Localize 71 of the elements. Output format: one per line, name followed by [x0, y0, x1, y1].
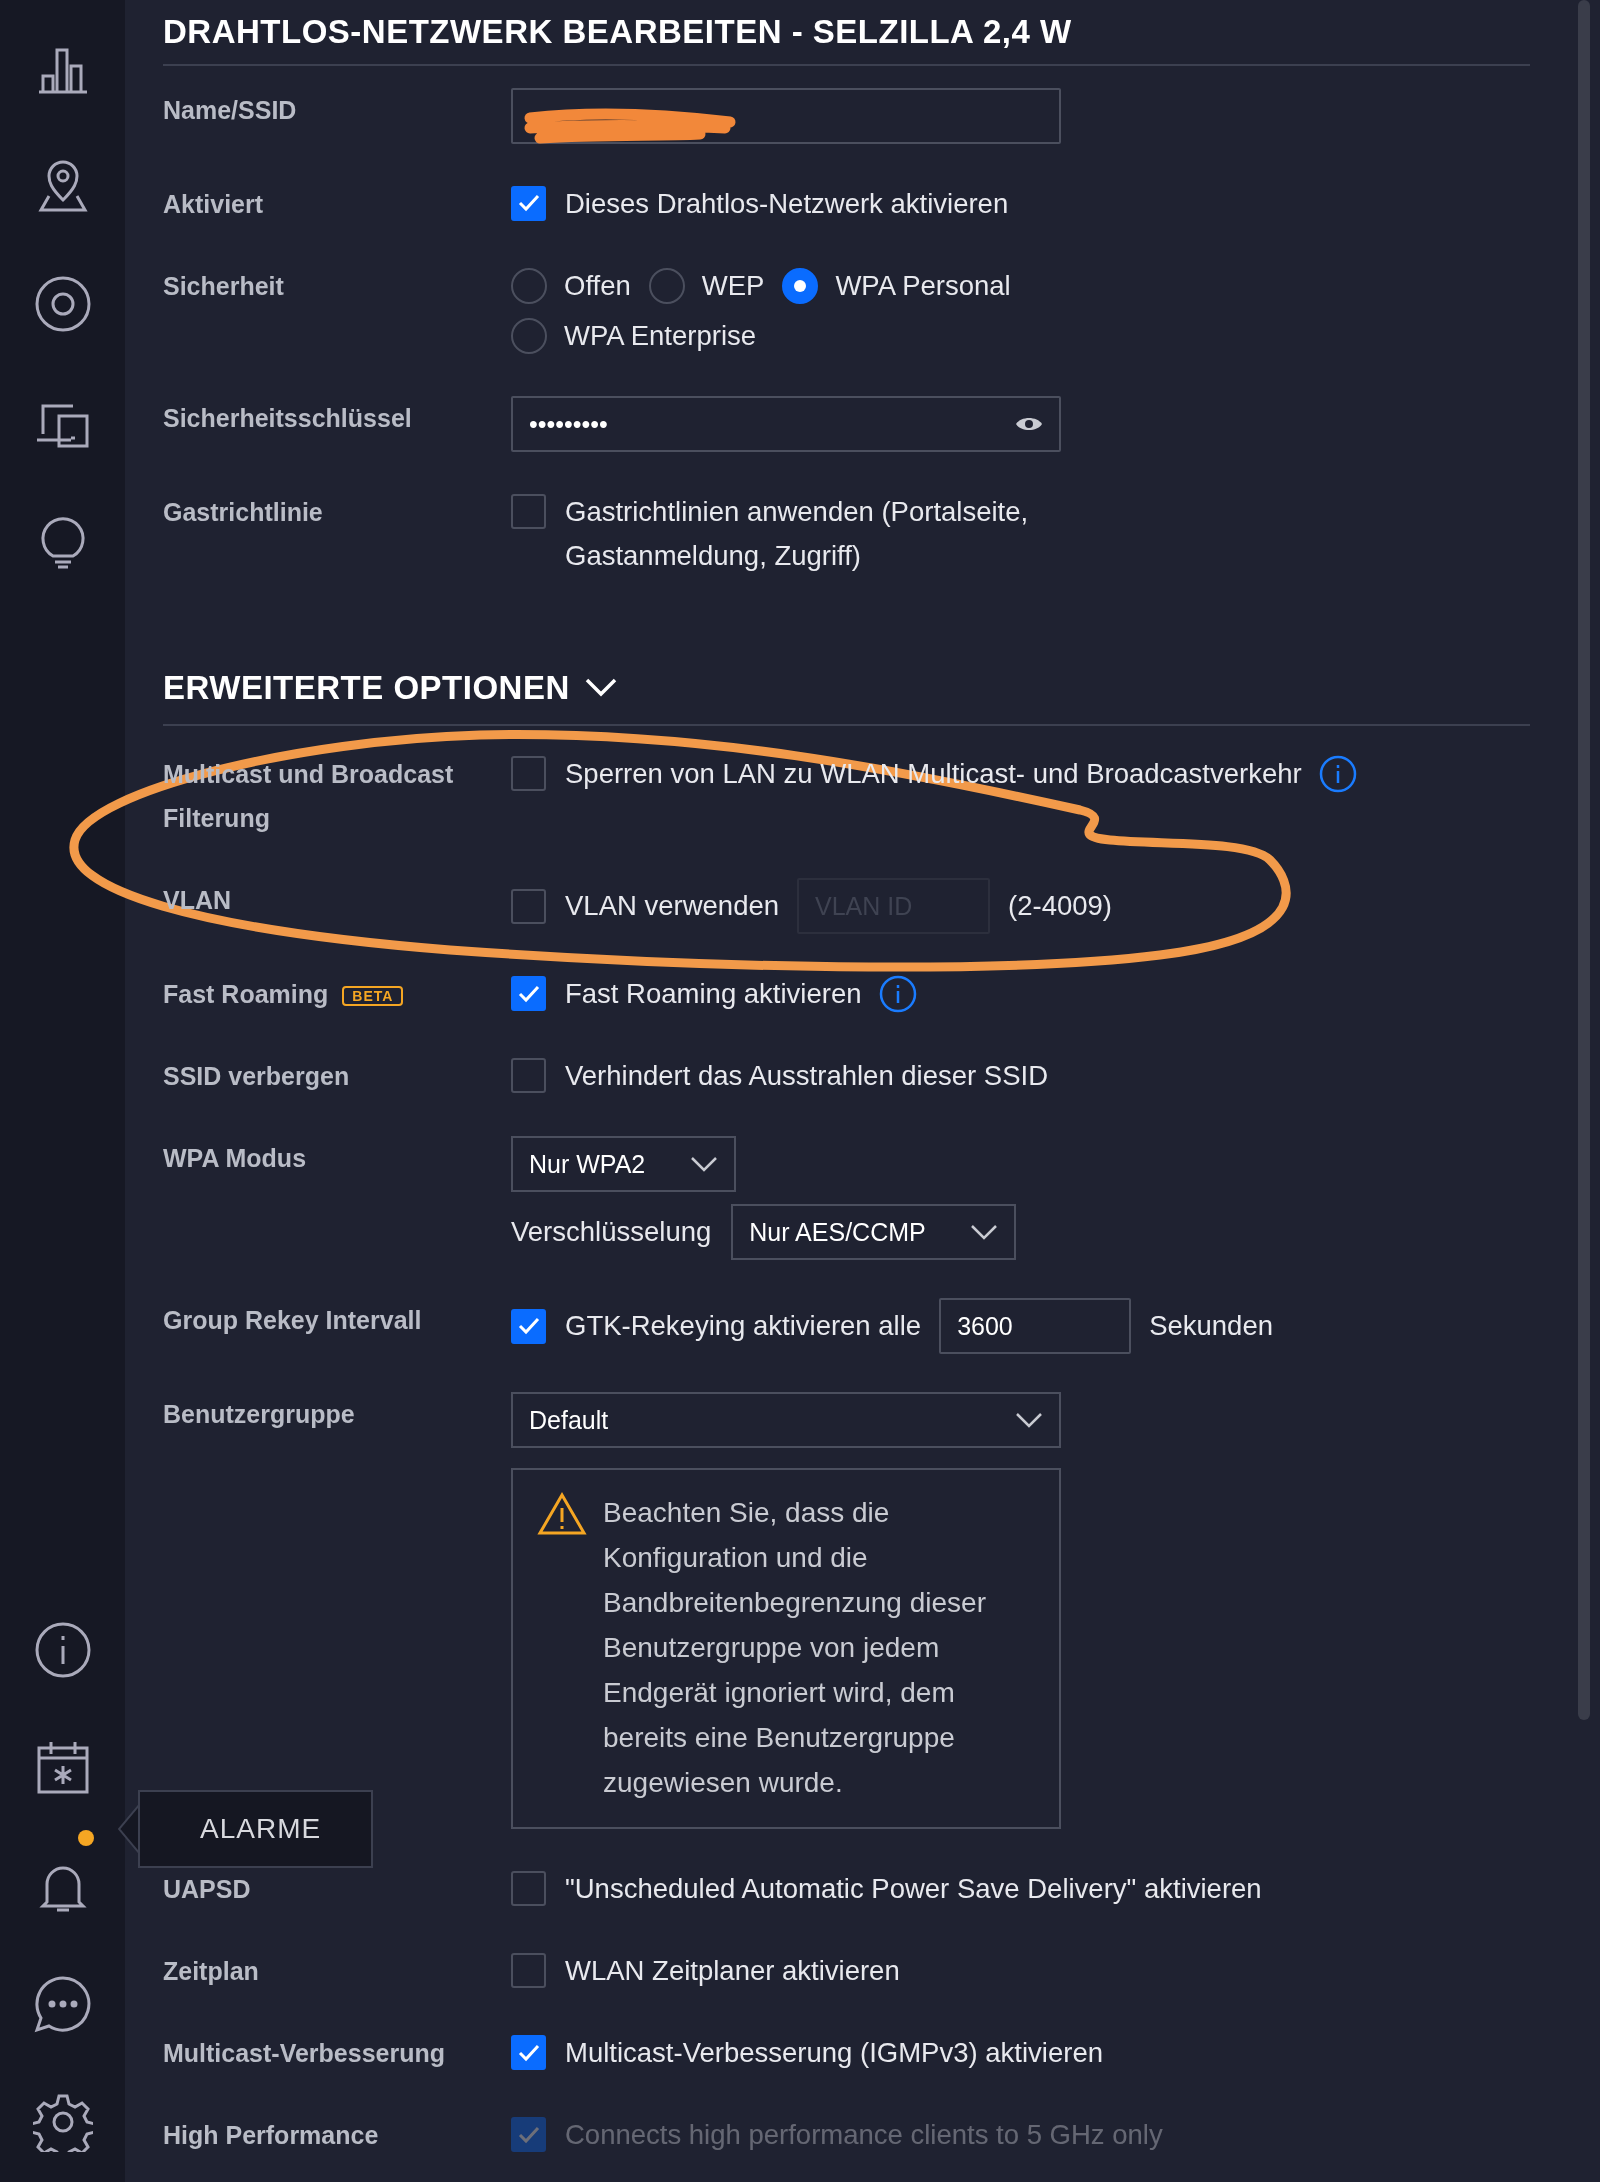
page-title: DRAHTLOS-NETZWERK BEARBEITEN - SELZILLA 2,4 W	[163, 12, 1530, 66]
field-label: Aktiviert	[163, 189, 264, 218]
password-field[interactable]: •••••••••	[511, 395, 1061, 452]
field-label: Multicast-Verbesserung	[163, 2039, 446, 2068]
checkbox[interactable]	[511, 493, 546, 529]
checkbox[interactable]	[511, 2035, 546, 2071]
field-label: Name/SSID	[163, 95, 297, 124]
checkbox-label: VLAN verwenden	[565, 889, 779, 924]
chat-icon[interactable]	[32, 1974, 93, 2034]
check-icon	[517, 194, 540, 213]
radio-button[interactable]	[782, 267, 819, 304]
field-label: UAPSD	[163, 1875, 251, 1904]
warning-icon	[537, 1492, 587, 1537]
unit-label: Sekunden	[1149, 1309, 1273, 1344]
field-label: Sicherheitsschlüssel	[163, 403, 412, 432]
password-value: •••••••••	[529, 408, 608, 440]
checkbox[interactable]	[511, 1308, 546, 1344]
field-label: High Performance	[163, 2121, 379, 2150]
checkbox-label: Connects high performance clients to 5 GHz only	[565, 2118, 1163, 2153]
checkbox-label: Verhindert das Ausstrahlen dieser SSID	[565, 1059, 1049, 1094]
checkbox-label: "Unscheduled Automatic Power Save Delivery" aktivieren	[565, 1872, 1262, 1907]
checkbox-label: GTK-Rekeying aktivieren alle	[565, 1309, 922, 1344]
checkbox[interactable]	[511, 976, 546, 1012]
field-label: VLAN	[163, 886, 232, 915]
checkbox[interactable]	[511, 888, 546, 924]
field-label: Verschlüsselung	[511, 1215, 712, 1250]
radio-label: Offen	[564, 268, 631, 303]
range-hint: (2-4009)	[1008, 889, 1112, 924]
settings-icon[interactable]	[32, 2092, 93, 2152]
dropdown[interactable]: Nur WPA2	[511, 1136, 736, 1193]
interval-input[interactable]: 3600	[939, 1298, 1132, 1355]
note-text: Beachten Sie, dass die Konfiguration und die Bandbreitenbegrenzung dieser Benutzergruppe von jedem Endgerät ignoriert wird, dem bereits eine Benutzergruppe zugewiesen wurde.	[603, 1496, 987, 1801]
checkbox[interactable]	[511, 756, 546, 792]
scrollbar[interactable]	[1578, 0, 1590, 1720]
chevron-down-icon	[970, 1224, 999, 1241]
field-label: Sicherheit	[163, 271, 284, 300]
beta-badge: BETA	[342, 986, 404, 1007]
checkbox-label: Dieses Drahtlos-Netzwerk aktivieren	[565, 186, 1009, 221]
radio-label: WPA Enterprise	[564, 318, 757, 353]
checkbox[interactable]	[511, 185, 546, 221]
check-icon	[517, 2043, 540, 2062]
info-icon[interactable]	[877, 974, 918, 1015]
section-title[interactable]: ERWEITERTE OPTIONEN	[163, 662, 570, 713]
check-icon	[517, 984, 540, 1003]
dropdown[interactable]: Nur AES/CCMP	[731, 1204, 1017, 1261]
field-label: Benutzergruppe	[163, 1400, 355, 1429]
checkbox-label: Gastrichtlinien anwenden (Portalseite, Gastanmeldung, Zugriff)	[565, 494, 1030, 573]
dropdown[interactable]: Default	[511, 1392, 1061, 1449]
field-label: WPA Modus	[163, 1144, 307, 1173]
check-icon	[517, 2125, 540, 2144]
checkbox[interactable]	[511, 1058, 546, 1094]
checkbox-label: WLAN Zeitplaner aktivieren	[565, 1954, 900, 1989]
field-label: Group Rekey Intervall	[163, 1306, 422, 1335]
chevron-down-icon	[1015, 1412, 1043, 1429]
checkbox-label: Multicast-Verbesserung (IGMPv3) aktivieren	[565, 2036, 1103, 2071]
field-label: Zeitplan	[163, 1957, 259, 1986]
radio-label: WEP	[701, 268, 765, 303]
chevron-down-icon[interactable]	[583, 677, 618, 698]
chevron-down-icon	[690, 1156, 718, 1173]
radio-button[interactable]	[511, 267, 547, 304]
info-icon[interactable]	[1317, 754, 1358, 795]
checkbox[interactable]	[511, 1871, 546, 1907]
checkbox-label: Fast Roaming aktivieren	[565, 977, 862, 1012]
radio-button[interactable]	[511, 317, 547, 354]
radio-label: WPA Personal	[835, 268, 1011, 303]
check-icon	[517, 1317, 540, 1336]
field-label: Fast Roaming	[163, 980, 329, 1009]
radio-button[interactable]	[648, 267, 685, 304]
field-label: SSID verbergen	[163, 1062, 350, 1091]
field-label: Gastrichtlinie	[163, 497, 323, 526]
checkbox[interactable]	[511, 1953, 546, 1989]
